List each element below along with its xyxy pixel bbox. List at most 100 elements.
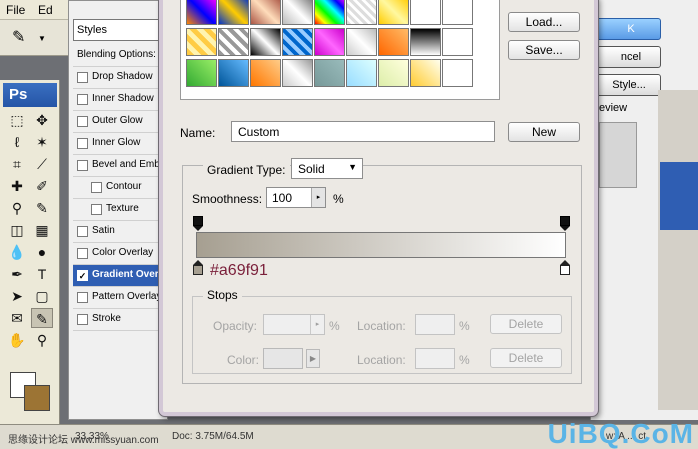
checkbox[interactable] xyxy=(91,182,102,193)
gradient-preset-swatch[interactable] xyxy=(282,59,313,87)
load-button[interactable]: Load... xyxy=(508,12,580,32)
marquee-tool-icon[interactable]: ⬚ xyxy=(6,110,28,130)
new-button[interactable]: New xyxy=(508,122,580,142)
layer-style-item[interactable]: Drop Shadow xyxy=(73,67,169,89)
layer-style-item[interactable]: Color Overlay xyxy=(73,243,169,265)
layer-style-item[interactable]: Texture xyxy=(73,199,169,221)
gradient-preset-swatch[interactable] xyxy=(218,59,249,87)
layer-style-item[interactable]: Pattern Overlay xyxy=(73,287,169,309)
checkbox[interactable] xyxy=(77,314,88,325)
checkbox[interactable] xyxy=(77,116,88,127)
checkbox[interactable] xyxy=(91,204,102,215)
gradient-preset-swatch[interactable] xyxy=(378,0,409,25)
color-arrow-icon[interactable]: ▶ xyxy=(306,349,320,368)
color-delete-button[interactable]: Delete xyxy=(490,348,562,368)
background-color-swatch[interactable] xyxy=(24,385,50,411)
history-brush-icon[interactable]: ✎ xyxy=(31,198,53,218)
blending-options-item[interactable]: Blending Options: xyxy=(73,45,169,67)
stepper-arrow-icon[interactable]: ▸ xyxy=(311,188,325,207)
gradient-preset-swatch[interactable] xyxy=(442,28,473,56)
gradient-preset-swatch[interactable] xyxy=(346,59,377,87)
checkbox[interactable]: ✓ xyxy=(77,270,88,281)
dodge-tool-icon[interactable]: ● xyxy=(31,242,53,262)
gradient-preset-swatch[interactable] xyxy=(218,0,249,25)
gradient-preset-swatch[interactable] xyxy=(282,28,313,56)
smoothness-input[interactable]: 100 ▸ xyxy=(266,187,326,208)
save-button[interactable]: Save... xyxy=(508,40,580,60)
menu-edit[interactable]: Ed xyxy=(38,3,53,17)
gradient-preset-swatch[interactable] xyxy=(346,0,377,25)
hand-tool-icon[interactable]: ✋ xyxy=(6,330,28,350)
name-input[interactable]: Custom xyxy=(231,121,495,142)
gradient-preset-swatch[interactable] xyxy=(442,59,473,87)
blur-tool-icon[interactable]: 💧 xyxy=(6,242,28,262)
menu-file[interactable]: File xyxy=(6,3,25,17)
eyedropper-icon[interactable]: ✎ xyxy=(12,27,25,47)
stop-color-swatch[interactable] xyxy=(263,348,303,369)
shape-tool-icon[interactable]: ▢ xyxy=(31,286,53,306)
zoom-tool-icon[interactable]: ⚲ xyxy=(31,330,53,350)
gradient-preset-swatch[interactable] xyxy=(314,59,345,87)
opacity-input[interactable]: ▸ xyxy=(263,314,325,335)
healing-brush-icon[interactable]: ✚ xyxy=(6,176,28,196)
layer-style-item[interactable]: Inner Glow xyxy=(73,133,169,155)
gradient-preset-swatch[interactable] xyxy=(250,28,281,56)
stamp-tool-icon[interactable]: ⚲ xyxy=(6,198,28,218)
layer-style-item[interactable]: Outer Glow xyxy=(73,111,169,133)
move-tool-icon[interactable]: ✥ xyxy=(31,110,53,130)
checkbox[interactable] xyxy=(77,94,88,105)
slice-tool-icon[interactable]: ⟋ xyxy=(31,154,53,174)
path-select-icon[interactable]: ➤ xyxy=(6,286,28,306)
gradient-preset-swatch[interactable] xyxy=(378,59,409,87)
gradient-preset-swatch[interactable] xyxy=(378,28,409,56)
gradient-preset-swatch[interactable] xyxy=(186,0,217,25)
opacity-location-input[interactable] xyxy=(415,314,455,335)
gradient-preview-bar[interactable] xyxy=(196,232,566,258)
cancel-button[interactable]: ncel xyxy=(591,46,661,68)
checkbox[interactable] xyxy=(77,138,88,149)
checkbox[interactable] xyxy=(77,248,88,259)
brush-tool-icon[interactable]: ✐ xyxy=(31,176,53,196)
gradient-preset-swatch[interactable] xyxy=(250,0,281,25)
gradient-preset-swatch[interactable] xyxy=(314,28,345,56)
opacity-stop-left[interactable] xyxy=(193,216,203,231)
gradient-preset-swatch[interactable] xyxy=(410,0,441,25)
gradient-preset-swatch[interactable] xyxy=(282,0,313,25)
layer-style-item[interactable]: Contour xyxy=(73,177,169,199)
checkbox[interactable] xyxy=(77,160,88,171)
checkbox[interactable] xyxy=(77,226,88,237)
lasso-tool-icon[interactable]: ℓ xyxy=(6,132,28,152)
color-location-input[interactable] xyxy=(415,348,455,369)
opacity-stop-right[interactable] xyxy=(560,216,570,231)
ok-button[interactable]: K xyxy=(591,18,661,40)
crop-tool-icon[interactable]: ⌗ xyxy=(6,154,28,174)
notes-tool-icon[interactable]: ✉ xyxy=(6,308,28,328)
opacity-delete-button[interactable]: Delete xyxy=(490,314,562,334)
checkbox[interactable] xyxy=(77,72,88,83)
selected-layer[interactable] xyxy=(660,162,698,230)
gradient-preset-swatch[interactable] xyxy=(186,59,217,87)
layer-style-item[interactable]: Bevel and Embo xyxy=(73,155,169,177)
gradient-preset-swatch[interactable] xyxy=(250,59,281,87)
gradient-preset-swatch[interactable] xyxy=(314,0,345,25)
layer-style-item[interactable]: Stroke xyxy=(73,309,169,331)
gradient-tool-icon[interactable]: ▦ xyxy=(31,220,53,240)
gradient-preset-swatch[interactable] xyxy=(346,28,377,56)
eraser-tool-icon[interactable]: ◫ xyxy=(6,220,28,240)
layer-style-item[interactable]: ✓ Gradient Overl xyxy=(73,265,169,287)
layer-style-item[interactable]: Inner Shadow xyxy=(73,89,169,111)
checkbox[interactable] xyxy=(77,292,88,303)
magic-wand-icon[interactable]: ✶ xyxy=(31,132,53,152)
gradient-preset-swatch[interactable] xyxy=(186,28,217,56)
stepper-arrow-icon[interactable]: ▸ xyxy=(310,315,324,334)
styles-header[interactable]: Styles xyxy=(73,19,165,41)
pen-tool-icon[interactable]: ✒ xyxy=(6,264,28,284)
color-stop-left[interactable] xyxy=(193,260,203,275)
eyedropper-tool-icon[interactable]: ✎ xyxy=(31,308,53,328)
gradient-preset-swatch[interactable] xyxy=(218,28,249,56)
color-stop-right[interactable] xyxy=(560,260,570,275)
gradient-preset-swatch[interactable] xyxy=(410,59,441,87)
gradient-type-select[interactable]: Solid ▼ xyxy=(291,158,363,179)
gradient-preset-swatch[interactable] xyxy=(442,0,473,25)
layer-style-item[interactable]: Satin xyxy=(73,221,169,243)
